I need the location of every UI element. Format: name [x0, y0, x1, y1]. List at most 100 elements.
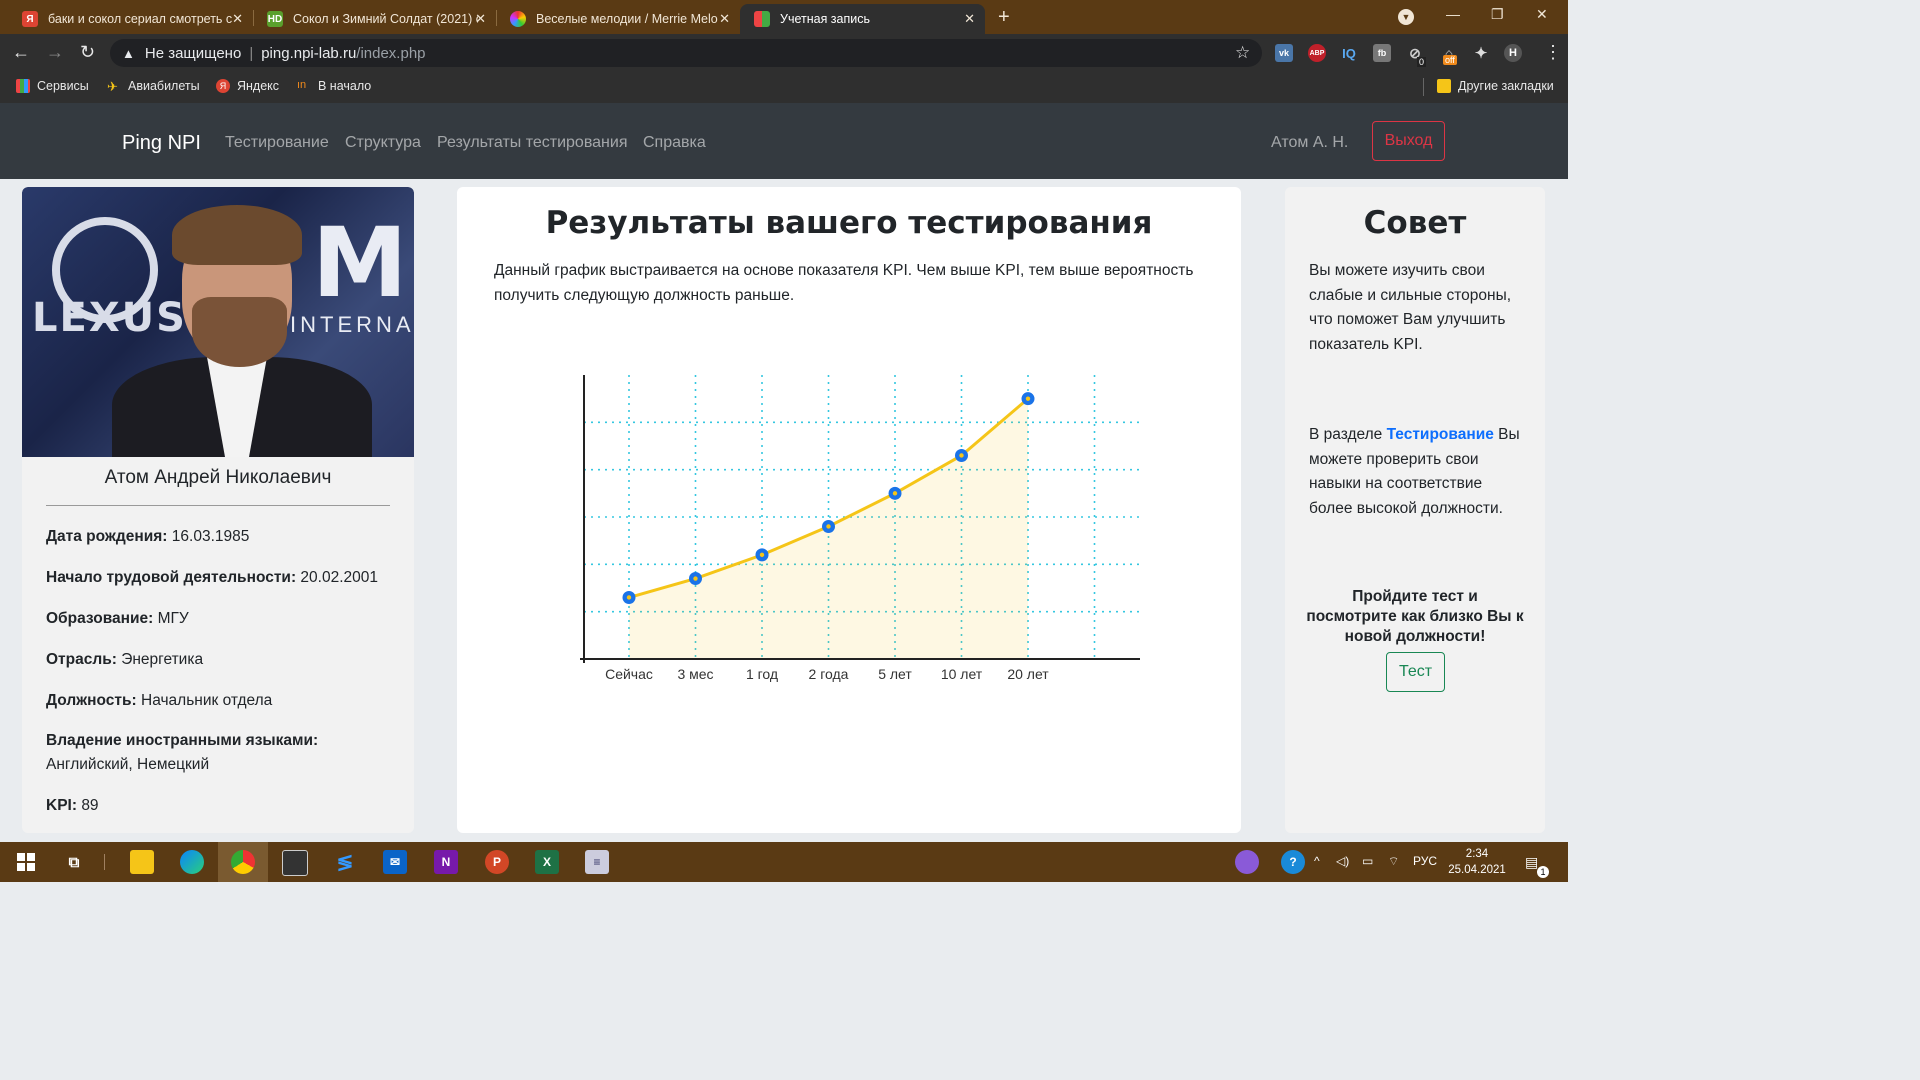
- field-value: 20.02.2001: [300, 569, 378, 586]
- field-label: KPI:: [46, 797, 77, 814]
- help-icon[interactable]: ?: [1281, 850, 1305, 874]
- store-icon[interactable]: [282, 850, 308, 876]
- page-icon: [754, 11, 770, 27]
- close-icon[interactable]: ✕: [964, 11, 975, 27]
- onenote-icon[interactable]: N: [434, 850, 458, 874]
- language-indicator[interactable]: РУС: [1413, 854, 1437, 868]
- bookmark-label: Яндекс: [237, 79, 280, 93]
- bookmark-label: Авиабилеты: [128, 79, 200, 93]
- minimize-icon[interactable]: —: [1446, 6, 1460, 22]
- field-label: Владение иностранными языками:: [46, 732, 319, 749]
- advice-text-testing: В разделе Тестирование Вы можете провери…: [1309, 423, 1529, 521]
- results-card: Результаты вашего тестирования Данный гр…: [457, 187, 1241, 833]
- warning-icon: ▲: [122, 45, 135, 61]
- back-icon[interactable]: ←: [12, 42, 30, 63]
- notification-count: 1: [1537, 866, 1549, 878]
- windows-start-icon[interactable]: [14, 850, 38, 874]
- profile-avatar[interactable]: Н: [1504, 44, 1522, 62]
- home-icon: ın: [297, 79, 307, 91]
- field-label: Дата рождения:: [46, 528, 168, 545]
- clock-date: 25.04.2021: [1448, 864, 1506, 876]
- yandex-icon: Я: [22, 11, 38, 27]
- x-tick-label: 3 мес: [677, 666, 713, 682]
- restore-icon[interactable]: ❐: [1491, 6, 1504, 23]
- field-value: 16.03.1985: [171, 528, 250, 545]
- plane-icon: ✈: [107, 79, 118, 94]
- nav-link-testing[interactable]: Тестирование: [225, 134, 329, 152]
- logout-button[interactable]: Выход: [1372, 121, 1445, 161]
- x-tick-label: 1 год: [746, 666, 778, 682]
- edge-icon[interactable]: [180, 850, 204, 874]
- data-point-center: [959, 453, 964, 458]
- vk-extension-icon[interactable]: vk: [1275, 44, 1293, 62]
- notification-icon[interactable]: ▤: [1525, 854, 1538, 871]
- forward-icon[interactable]: →: [46, 42, 64, 63]
- wifi-icon[interactable]: ⌔: [1388, 854, 1399, 869]
- alice-icon[interactable]: [1235, 850, 1259, 874]
- field-value: 89: [81, 797, 99, 814]
- bookmark-star-icon[interactable]: ☆: [1235, 43, 1250, 63]
- tab-title: баки и сокол сериал смотреть с: [48, 12, 233, 26]
- adblock-extension-icon[interactable]: ABP: [1308, 44, 1326, 62]
- app-icon[interactable]: ≡: [585, 850, 609, 874]
- kpi-chart: Сейчас 3 мес 1 год 2 года 5 лет 10 лет 20 лет: [580, 375, 1140, 682]
- powerpoint-icon[interactable]: P: [485, 850, 509, 874]
- close-icon[interactable]: ✕: [475, 11, 486, 27]
- clock-time: 2:34: [1465, 848, 1489, 860]
- site-navbar: Ping NPI Тестирование Структура Результа…: [0, 103, 1568, 179]
- bookmark-item[interactable]: ın В начало: [297, 79, 371, 93]
- nav-link-structure[interactable]: Структура: [345, 134, 421, 152]
- person-beard: [192, 297, 287, 367]
- tab-search-icon[interactable]: ▼: [1398, 9, 1414, 25]
- system-clock[interactable]: 2:34 25.04.2021: [1448, 846, 1506, 878]
- browser-tab[interactable]: Веселые мелодии / Merrie Melo ✕: [496, 4, 740, 34]
- mail-icon[interactable]: ✉: [383, 850, 407, 874]
- apps-grid-icon: [16, 79, 30, 93]
- address-host: ping.npi-lab.ru: [261, 44, 357, 62]
- menu-icon[interactable]: ⋮: [1544, 42, 1562, 63]
- browser-tab[interactable]: Я баки и сокол сериал смотреть с ✕: [8, 4, 253, 34]
- hd-icon: HD: [267, 11, 283, 27]
- close-icon[interactable]: ✕: [719, 11, 730, 27]
- other-bookmarks[interactable]: Другие закладки: [1437, 79, 1554, 93]
- iq-extension-icon[interactable]: IQ: [1340, 44, 1358, 62]
- bookmark-item[interactable]: ✈ Авиабилеты: [107, 79, 200, 94]
- browser-tab-bar: Я баки и сокол сериал смотреть с ✕ HD Со…: [0, 0, 1568, 34]
- task-view-icon[interactable]: ⧉: [62, 850, 86, 874]
- bookmark-item[interactable]: Сервисы: [16, 79, 89, 93]
- field-work-start: Начало трудовой деятельности: 20.02.2001: [46, 566, 396, 590]
- nav-link-help[interactable]: Справка: [643, 134, 706, 152]
- field-label: Отрасль:: [46, 651, 117, 668]
- volume-icon[interactable]: ◁): [1336, 854, 1349, 868]
- extension-badge: 0: [1417, 57, 1427, 67]
- browser-tab[interactable]: HD Сокол и Зимний Солдат (2021) с ✕: [253, 4, 496, 34]
- excel-icon[interactable]: X: [535, 850, 559, 874]
- address-field[interactable]: ▲ Не защищено | ping.npi-lab.ru /index.p…: [110, 39, 1262, 67]
- tray-chevron-icon[interactable]: ^: [1314, 854, 1320, 868]
- reload-icon[interactable]: ↻: [80, 42, 95, 63]
- advice-text-prefix: В разделе: [1309, 426, 1387, 443]
- translate-extension-icon[interactable]: fb: [1373, 44, 1391, 62]
- field-label: Начало трудовой деятельности:: [46, 569, 297, 586]
- other-bookmarks-label: Другие закладки: [1458, 79, 1554, 93]
- bookmark-item[interactable]: Я Яндекс: [216, 79, 279, 93]
- close-icon[interactable]: ✕: [232, 11, 243, 27]
- test-button[interactable]: Тест: [1386, 652, 1445, 692]
- battery-icon[interactable]: ▭: [1362, 854, 1373, 868]
- field-value: Начальник отдела: [141, 692, 273, 709]
- chrome-icon[interactable]: [231, 850, 255, 874]
- file-explorer-icon[interactable]: [130, 850, 154, 874]
- testing-link[interactable]: Тестирование: [1387, 426, 1494, 443]
- browser-tab-active[interactable]: Учетная запись ✕: [740, 4, 985, 34]
- field-education: Образование: МГУ: [46, 607, 396, 631]
- window-close-icon[interactable]: ✕: [1536, 6, 1548, 23]
- nav-link-results[interactable]: Результаты тестирования: [437, 134, 627, 152]
- color-wheel-icon: [510, 11, 526, 27]
- new-tab-button[interactable]: +: [998, 6, 1010, 29]
- tab-title: Сокол и Зимний Солдат (2021) с: [293, 12, 478, 26]
- folder-icon: [1437, 79, 1451, 93]
- vscode-icon[interactable]: ≶: [333, 850, 357, 874]
- field-kpi: KPI: 89: [46, 794, 396, 818]
- brand-logo[interactable]: Ping NPI: [122, 132, 201, 155]
- puzzle-icon[interactable]: ✦: [1472, 44, 1490, 62]
